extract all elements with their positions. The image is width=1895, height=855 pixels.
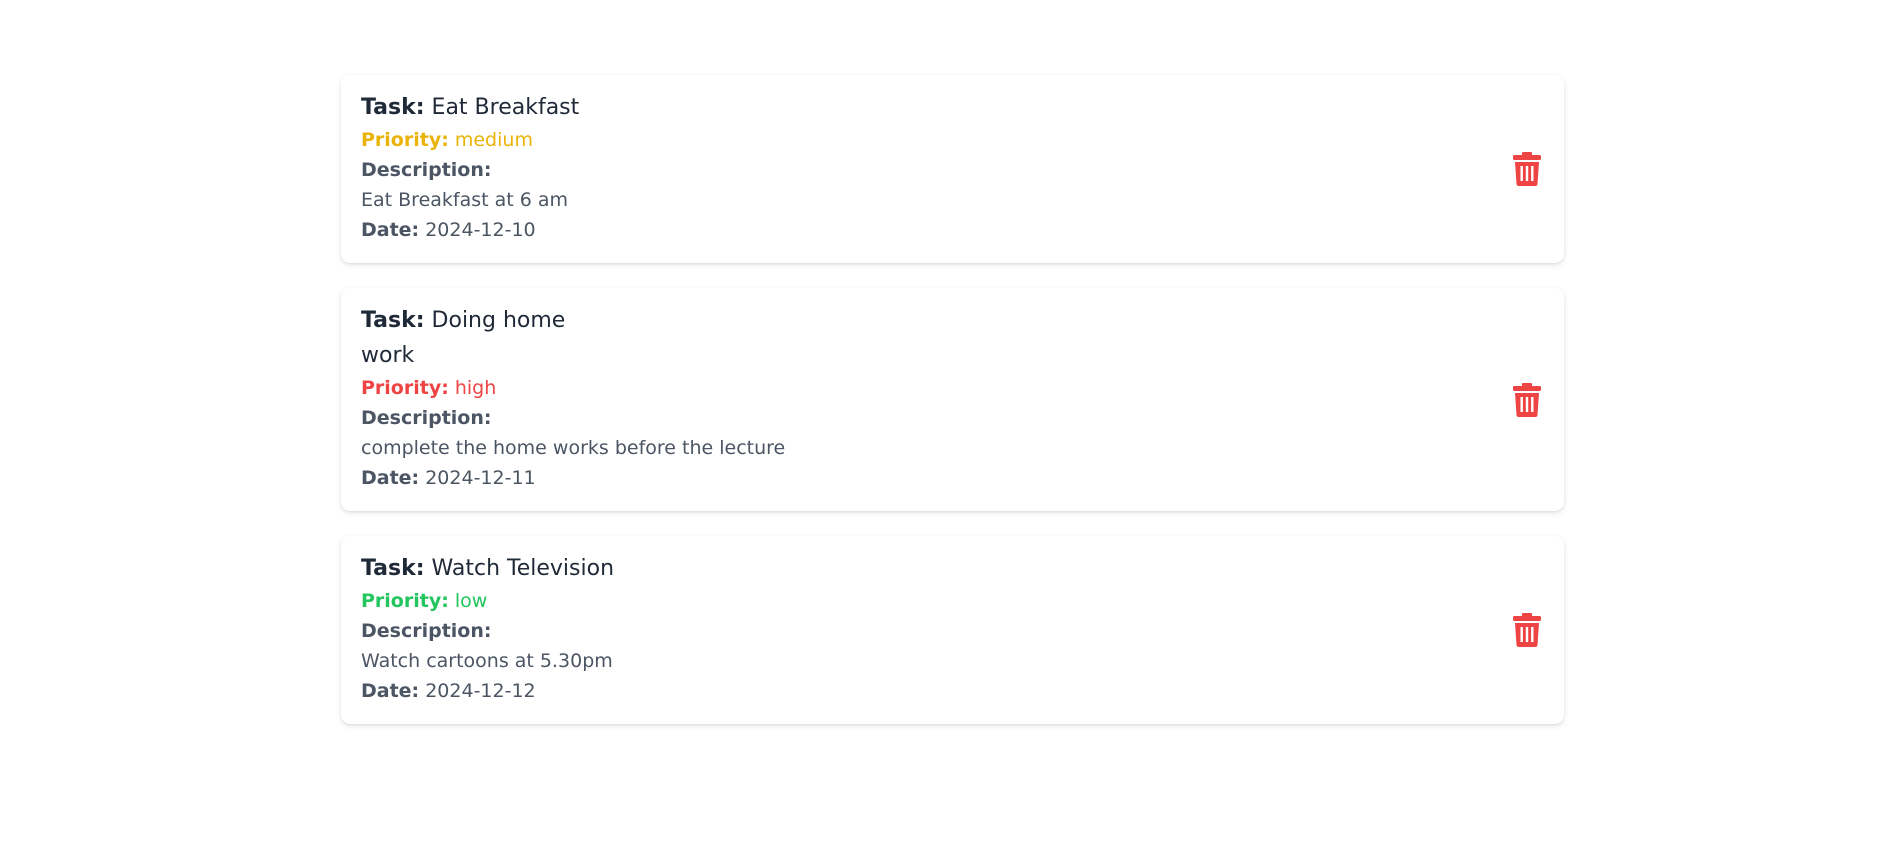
delete-task-button[interactable] — [1512, 613, 1542, 647]
date-label: Date: — [361, 680, 420, 702]
date-label: Date: — [361, 467, 420, 489]
task-description: Watch cartoons at 5.30pm — [361, 650, 613, 672]
task-card: Task: Eat Breakfast Priority: medium Des… — [341, 75, 1564, 263]
task-priority: Priority: low — [361, 586, 1544, 616]
task-date: Date: 2024-12-12 — [361, 676, 1544, 706]
description-label: Description: — [361, 620, 492, 642]
task-title: Task: Doing home work — [361, 303, 621, 373]
priority-value: medium — [454, 129, 533, 151]
date-value: 2024-12-10 — [425, 219, 536, 241]
task-priority: Priority: high — [361, 373, 1544, 403]
priority-label: Priority: — [361, 590, 449, 612]
date-label: Date: — [361, 219, 420, 241]
date-value: 2024-12-12 — [425, 680, 536, 702]
task-title-text: Watch Television — [431, 556, 615, 581]
task-priority: Priority: medium — [361, 125, 1544, 155]
task-date: Date: 2024-12-10 — [361, 215, 1544, 245]
trash-icon — [1513, 152, 1541, 186]
priority-value: low — [454, 590, 488, 612]
task-description: Eat Breakfast at 6 am — [361, 189, 569, 211]
task-card: Task: Watch Television Priority: low Des… — [341, 536, 1564, 724]
task-label: Task: — [361, 95, 425, 120]
task-date: Date: 2024-12-11 — [361, 463, 1544, 493]
task-title-text: Eat Breakfast — [431, 95, 580, 120]
trash-icon — [1513, 382, 1541, 417]
delete-task-button[interactable] — [1512, 382, 1542, 417]
task-label: Task: — [361, 556, 425, 581]
description-label: Description: — [361, 407, 492, 429]
delete-task-button[interactable] — [1512, 152, 1542, 186]
priority-value: high — [454, 377, 497, 399]
task-description: complete the home works before the lectu… — [361, 437, 786, 459]
task-list: Task: Eat Breakfast Priority: medium Des… — [341, 75, 1564, 749]
description-label: Description: — [361, 159, 492, 181]
date-value: 2024-12-11 — [425, 467, 536, 489]
task-label: Task: — [361, 308, 425, 333]
task-card: Task: Doing home work Priority: high Des… — [341, 288, 1564, 511]
task-title: Task: Eat Breakfast — [361, 90, 621, 125]
trash-icon — [1513, 613, 1541, 647]
priority-label: Priority: — [361, 129, 449, 151]
priority-label: Priority: — [361, 377, 449, 399]
task-title: Task: Watch Television — [361, 551, 621, 586]
